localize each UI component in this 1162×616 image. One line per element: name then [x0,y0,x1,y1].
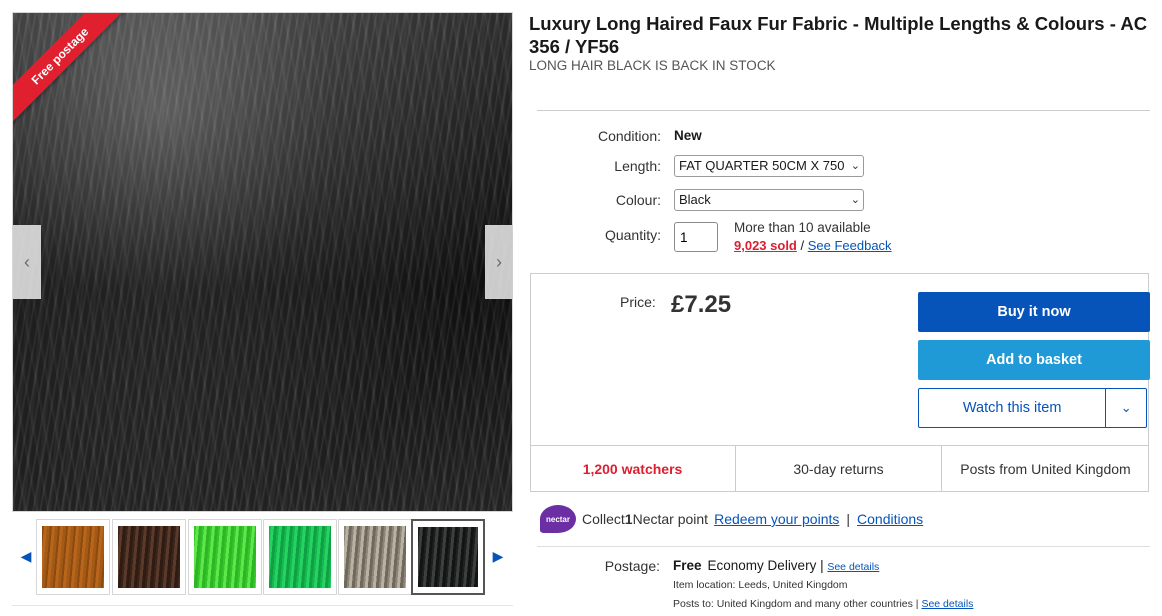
watch-item-button[interactable]: Watch this item ⌄ [918,388,1147,428]
posts-to-text: Posts to: United Kingdom and many other … [673,598,913,610]
thumb-prev-button[interactable]: ◀ [16,544,36,568]
sold-separator: / [796,238,808,253]
posts-to-line: Posts to: United Kingdom and many other … [673,598,973,610]
thumbnail-5[interactable] [338,519,412,595]
length-selected-value: FAT QUARTER 50CM X 750 [679,158,845,173]
postage-line: Free Economy Delivery | See details [673,558,879,573]
free-postage-ribbon: Free postage [13,13,143,143]
image-prev-button[interactable]: ‹ [13,225,41,299]
thumbnail-image [194,526,256,588]
length-select[interactable]: FAT QUARTER 50CM X 750 ⌄ [674,155,864,177]
item-title: Luxury Long Haired Faux Fur Fabric - Mul… [529,13,1148,57]
main-product-image[interactable]: Free postage [12,12,513,512]
postage-method: Economy Delivery [707,558,817,573]
thumbnail-image [418,527,478,587]
thumbnail-image [42,526,104,588]
postage-free: Free [673,558,702,573]
quantity-input[interactable] [674,222,718,252]
nectar-collect-suffix: Nectar point [632,511,709,527]
thumbnail-image [118,526,180,588]
postage-see-details-link[interactable]: See details [827,561,879,573]
divider [537,110,1150,111]
chevron-left-icon: ‹ [24,251,30,272]
thumbnail-4[interactable] [263,519,337,595]
thumbnail-image [344,526,406,588]
item-location: Item location: Leeds, United Kingdom [673,579,848,591]
thumbnail-1[interactable] [36,519,110,595]
chevron-down-icon: ⌄ [848,190,860,210]
colour-selected-value: Black [679,192,711,207]
thumbnail-image [269,526,331,588]
colour-label: Colour: [615,192,661,208]
nectar-logo-icon: nectar [540,505,576,533]
buy-it-now-button[interactable]: Buy it now [918,292,1150,332]
watchers-count: 1,200 watchers [530,446,736,492]
sold-count-link[interactable]: 9,023 sold [734,238,797,253]
thumb-next-button[interactable]: ▶ [488,544,508,568]
thumbnail-2[interactable] [112,519,186,595]
thumbnail-3[interactable] [188,519,262,595]
stats-row: 1,200 watchers 30-day returns Posts from… [530,445,1149,492]
caret-left-icon: ◀ [20,547,32,564]
nectar-separator: | [846,511,851,527]
conditions-link[interactable]: Conditions [857,511,923,527]
sold-line: 9,023 sold / See Feedback [734,238,892,253]
divider [12,605,513,606]
nectar-collect-prefix: Collect [582,511,625,527]
add-to-basket-button[interactable]: Add to basket [918,340,1150,380]
postage-label: Postage: [604,558,660,574]
caret-right-icon: ▶ [492,547,504,564]
item-subtitle: LONG HAIR BLACK IS BACK IN STOCK [529,58,776,73]
availability-text: More than 10 available [734,220,871,235]
watch-item-label: Watch this item [962,400,1062,416]
quantity-label: Quantity: [604,227,661,243]
length-label: Length: [614,158,661,174]
postage-separator: | [816,558,828,573]
divider [537,546,1150,547]
colour-select[interactable]: Black ⌄ [674,189,864,211]
redeem-points-link[interactable]: Redeem your points [714,511,839,527]
see-feedback-link[interactable]: See Feedback [808,238,892,253]
thumbnail-6-selected[interactable] [411,519,485,595]
image-next-button[interactable]: › [485,225,513,299]
condition-label: Condition: [597,128,661,144]
returns-policy: 30-day returns [736,446,942,492]
condition-value: New [674,128,702,143]
nectar-row: nectar Collect 1 Nectar point Redeem you… [540,504,923,534]
price-label: Price: [620,294,656,310]
price-value: £7.25 [671,291,732,318]
posts-to-see-details-link[interactable]: See details [921,598,973,610]
nectar-points-count: 1 [624,511,633,527]
posts-from: Posts from United Kingdom [960,461,1131,477]
free-postage-badge: Free postage [13,13,130,126]
chevron-right-icon: › [496,251,502,272]
chevron-down-icon: ⌄ [848,156,860,176]
chevron-down-icon[interactable]: ⌄ [1105,389,1146,427]
thumbnail-strip: ◀ ▶ [12,518,513,606]
